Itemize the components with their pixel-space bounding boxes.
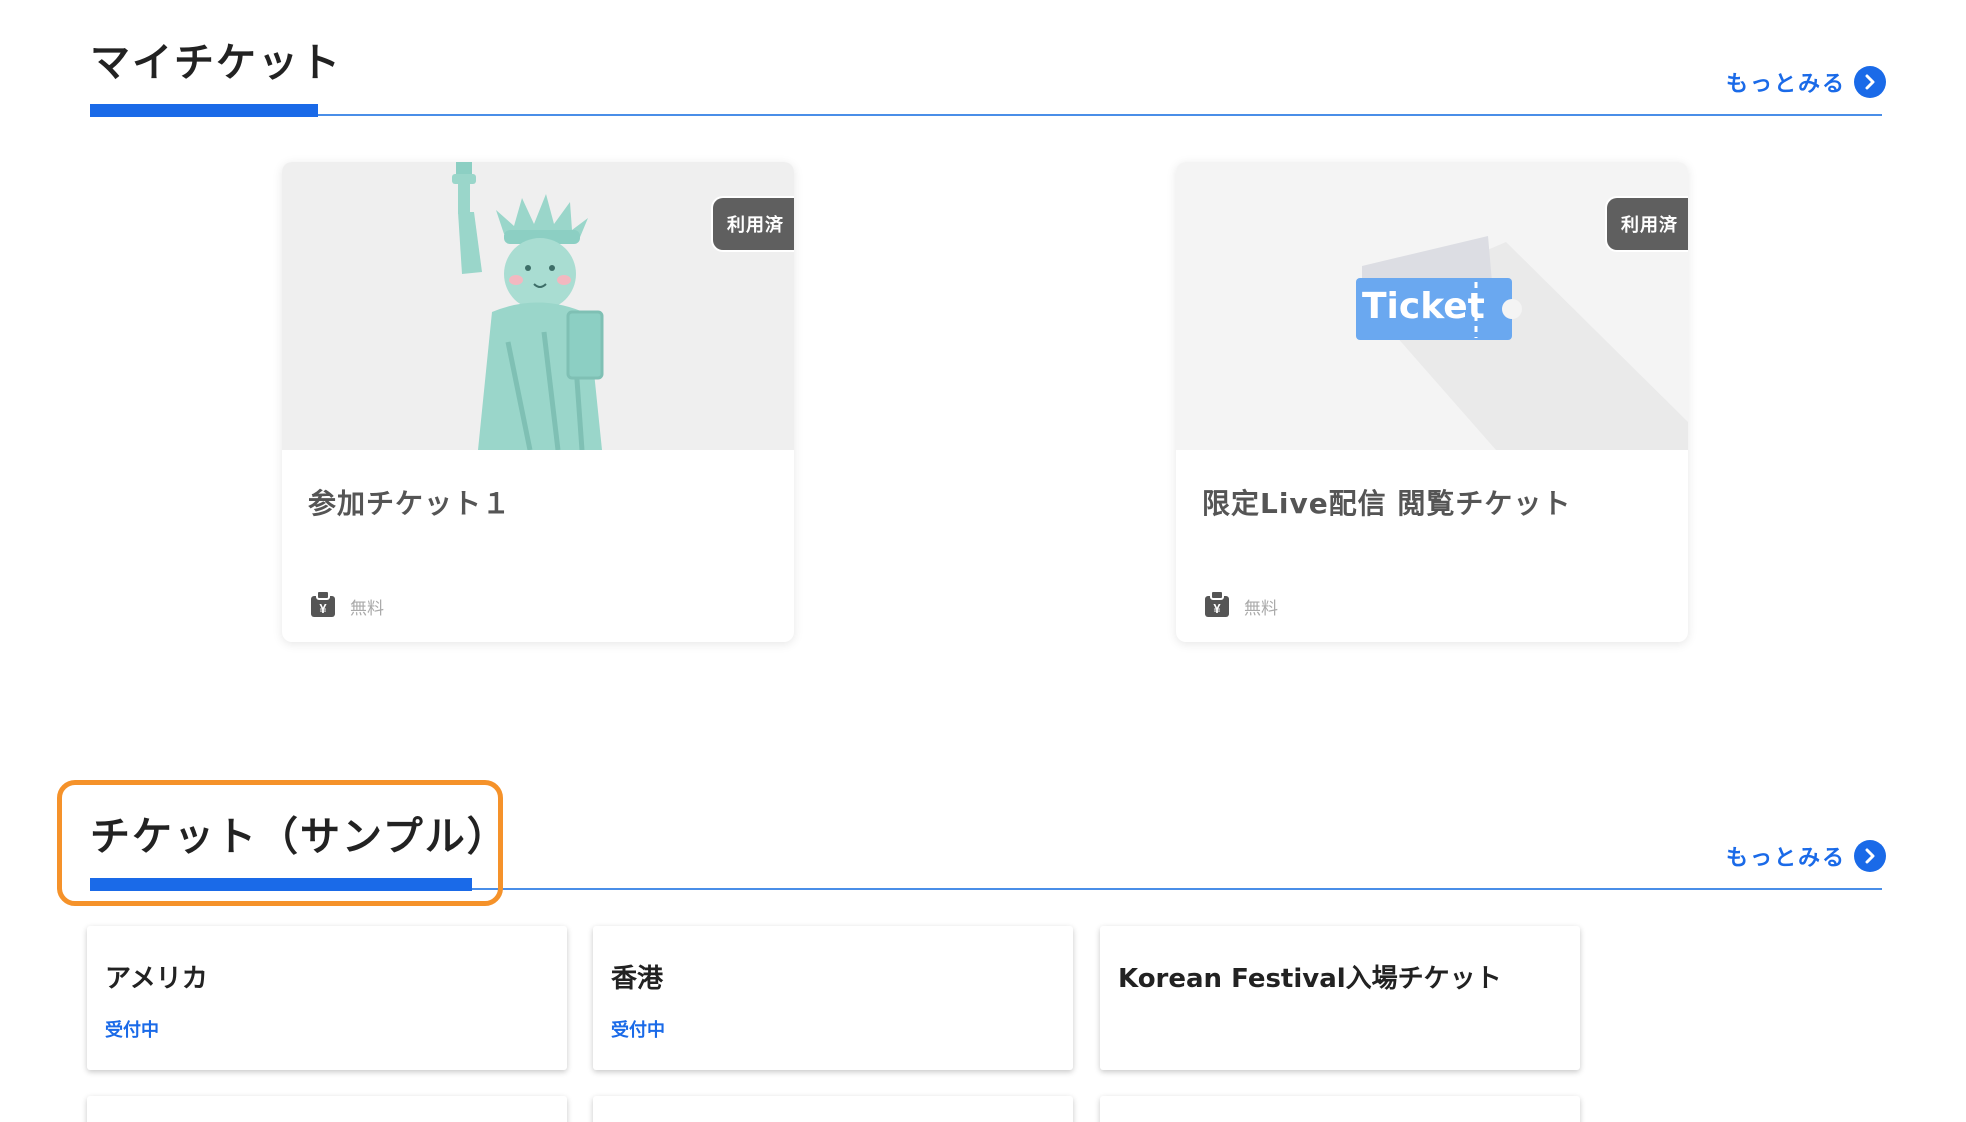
more-link-label: もっとみる xyxy=(1725,72,1846,97)
ticket-thumbnail: Ticket 利用済 xyxy=(1176,162,1688,450)
price-row: ¥ 無料 xyxy=(1204,590,1278,622)
my-tickets-more-link[interactable]: もっとみる xyxy=(1726,66,1886,98)
more-link-label: もっとみる xyxy=(1725,846,1846,871)
sample-ticket-name: 香港 xyxy=(611,964,664,994)
ticket-card[interactable]: Ticket 利用済 限定Live配信 閲覧チケット ¥ 無料 xyxy=(1176,162,1688,642)
price-tag-icon: ¥ xyxy=(310,590,336,622)
sample-ticket-card[interactable] xyxy=(593,1096,1073,1122)
used-badge: 利用済 xyxy=(711,196,794,252)
my-tickets-title: マイチケット xyxy=(90,40,342,86)
ticket-thumbnail: 利用済 xyxy=(282,162,794,450)
svg-text:¥: ¥ xyxy=(319,601,327,616)
chevron-right-icon xyxy=(1854,66,1886,98)
sample-ticket-card[interactable] xyxy=(87,1096,567,1122)
sample-ticket-card[interactable]: アメリカ 受付中 xyxy=(87,926,567,1070)
ticket-name: 限定Live配信 閲覧チケット xyxy=(1202,487,1572,520)
price-label: 無料 xyxy=(350,598,384,619)
ticket-illustration-text: Ticket xyxy=(1362,286,1485,327)
price-label: 無料 xyxy=(1244,598,1278,619)
status-badge: 受付中 xyxy=(105,1020,159,1041)
used-badge: 利用済 xyxy=(1605,196,1688,252)
price-row: ¥ 無料 xyxy=(310,590,384,622)
sample-ticket-name: Korean Festival入場チケット xyxy=(1118,964,1502,994)
status-badge: 受付中 xyxy=(611,1020,665,1041)
sample-ticket-card[interactable] xyxy=(1100,1096,1580,1122)
page: マイチケット もっとみる 利用済 参加チケット１ ¥ 無料 Ticket 利用済… xyxy=(0,0,1966,1122)
ticket-card[interactable]: 利用済 参加チケット１ ¥ 無料 xyxy=(282,162,794,642)
sample-ticket-card[interactable]: 香港 受付中 xyxy=(593,926,1073,1070)
price-tag-icon: ¥ xyxy=(1204,590,1230,622)
sample-tickets-more-link[interactable]: もっとみる xyxy=(1726,840,1886,872)
svg-text:¥: ¥ xyxy=(1213,601,1221,616)
sample-ticket-name: アメリカ xyxy=(105,964,208,994)
ticket-name: 参加チケット１ xyxy=(308,487,512,520)
chevron-right-icon xyxy=(1854,840,1886,872)
my-tickets-divider xyxy=(90,114,1882,116)
highlight-box xyxy=(57,780,503,906)
sample-ticket-card[interactable]: Korean Festival入場チケット xyxy=(1100,926,1580,1070)
my-tickets-title-underline xyxy=(90,104,318,117)
